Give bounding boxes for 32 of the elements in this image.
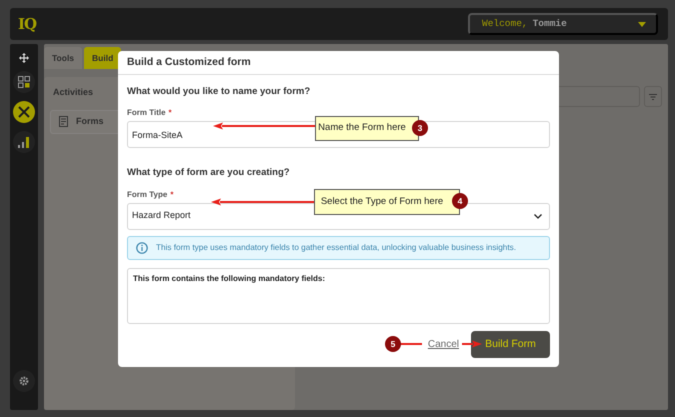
filter-icon	[649, 94, 657, 100]
sidebar-item[interactable]	[13, 131, 35, 153]
required-mark: *	[168, 108, 172, 118]
grid-icon	[18, 76, 30, 88]
field-label: Form Type	[127, 190, 168, 198]
dialog-title: Build a Customized form	[127, 54, 251, 70]
caret-icon	[638, 22, 646, 26]
box-title: This form contains the following mandatory fields:	[133, 272, 326, 284]
cancel-link[interactable]: Cancel	[428, 337, 459, 352]
tab[interactable]: Tools	[44, 47, 82, 69]
move-icon	[19, 53, 29, 63]
panel-title: Activities	[52, 86, 94, 99]
required-mark: *	[170, 190, 174, 198]
user-menu[interactable]: Welcome, Tommie	[468, 13, 658, 35]
logo: IQ	[18, 14, 36, 35]
build-form-button[interactable]: Build Form	[471, 331, 550, 358]
section-heading: What type of form are you creating?	[127, 166, 291, 180]
callout-note: Name the Form here	[315, 116, 419, 141]
tools-icon	[18, 106, 30, 118]
settings-button[interactable]	[13, 370, 35, 392]
tab[interactable]: Build	[84, 47, 122, 69]
chevron-down-icon	[534, 214, 542, 218]
sidebar-item[interactable]	[13, 71, 35, 93]
document-icon	[59, 116, 68, 127]
section-heading: What would you like to name your form?	[127, 85, 312, 99]
settings-icon	[19, 376, 29, 386]
info-icon	[136, 242, 148, 254]
bar-chart-icon	[18, 136, 30, 148]
field-label: Form Title	[127, 108, 166, 118]
info-text: This form type uses mandatory fields to gather essential data, unlocking valuable business insights.	[156, 242, 516, 254]
sidebar-item[interactable]	[13, 101, 35, 123]
filter-button[interactable]	[644, 86, 662, 107]
